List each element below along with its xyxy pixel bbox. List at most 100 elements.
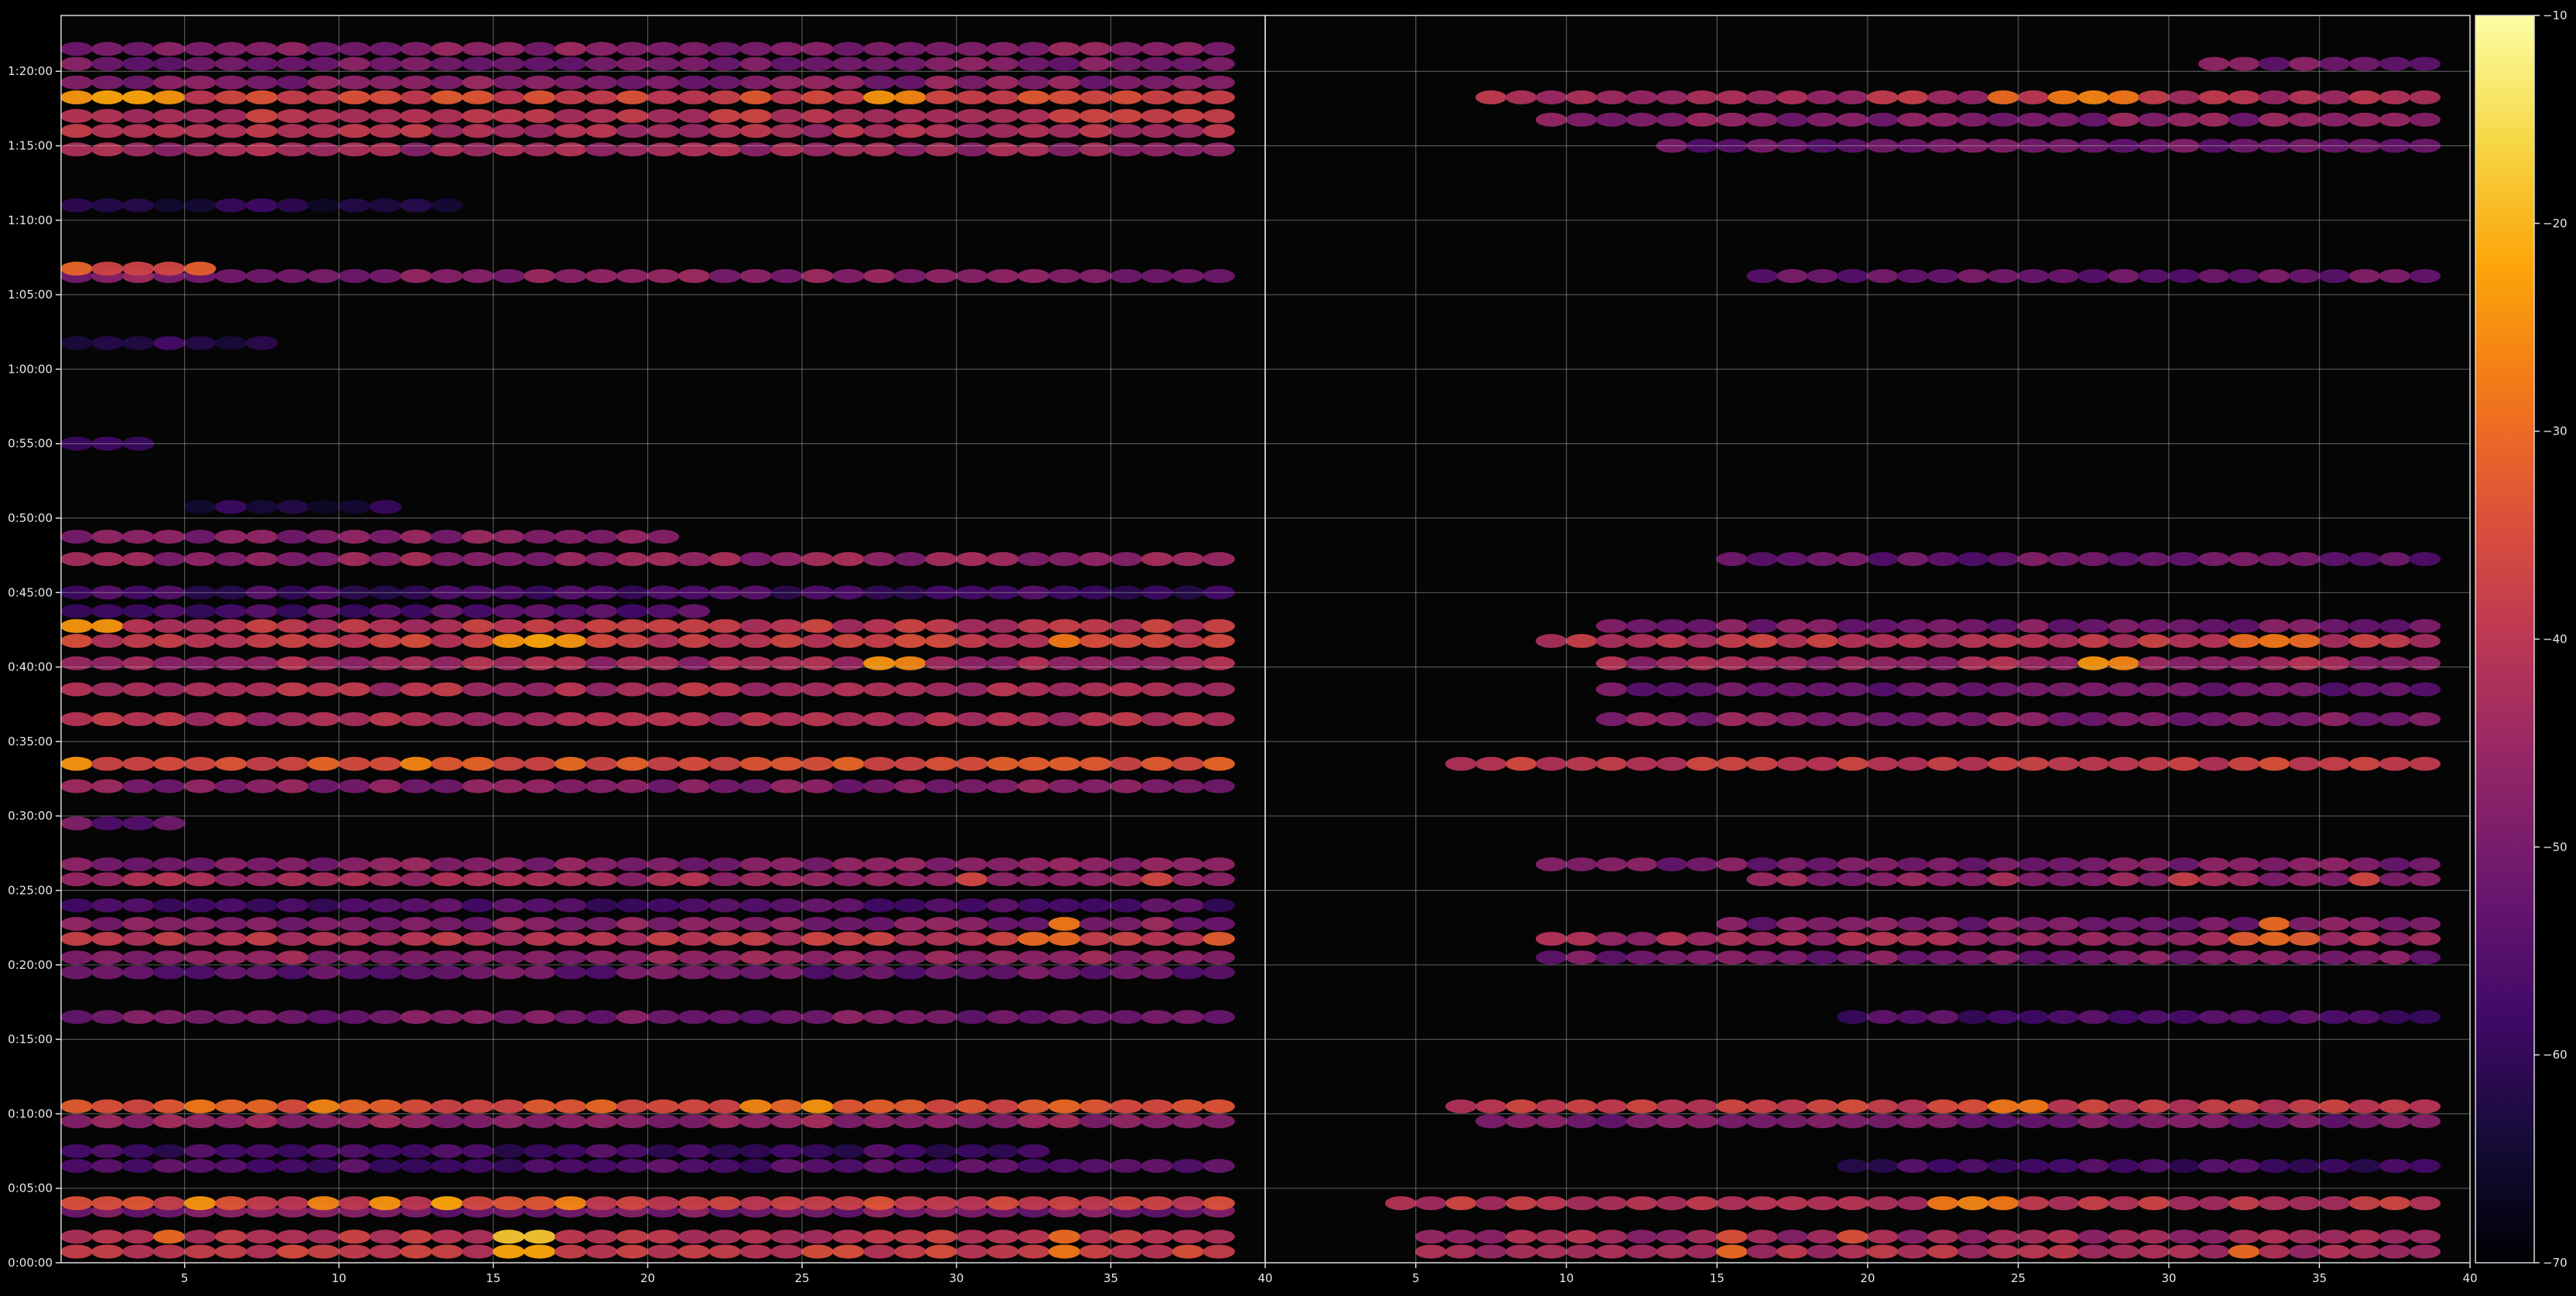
heat-cell-right-r16-x12 xyxy=(1595,633,1628,648)
heat-cell-left-r21-x36 xyxy=(1110,656,1143,670)
heat-cell-left-r38-x37 xyxy=(1141,75,1174,90)
heat-cell-right-r14-x25 xyxy=(1987,682,2019,697)
heat-cell-left-r8-x31 xyxy=(955,1010,988,1025)
heat-cell-left-r3-x10 xyxy=(307,1196,340,1210)
heat-cell-left-r22-x19 xyxy=(585,633,618,648)
heat-cell-left-r38-x5 xyxy=(152,75,186,90)
heat-cell-left-r17-x15 xyxy=(462,779,494,793)
heat-cell-left-r8-x22 xyxy=(677,1010,711,1025)
heat-cell-left-r12-x38 xyxy=(1172,916,1204,931)
heat-cell-left-r15-x14 xyxy=(431,857,463,871)
heat-cell-left-r35-x2 xyxy=(60,124,93,138)
heat-cell-left-r35-x29 xyxy=(894,124,926,138)
heat-cell-right-r7-x14 xyxy=(1656,950,1688,965)
heat-cell-left-r0-x17 xyxy=(524,1244,556,1259)
heat-cell-left-r11-x37 xyxy=(1141,932,1174,946)
heat-cell-right-r13-x26 xyxy=(2017,712,2049,726)
heat-cell-right-r5-x14 xyxy=(1656,1099,1688,1114)
heat-cell-left-r3-x7 xyxy=(214,1196,247,1210)
heat-cell-left-r37-x13 xyxy=(400,90,432,104)
heat-cell-left-r7-x36 xyxy=(1110,1099,1143,1114)
heat-cell-right-r18-x32 xyxy=(2198,552,2230,566)
heat-cell-left-r19-x19 xyxy=(585,712,618,726)
heat-cell-right-r17-x20 xyxy=(1837,619,1868,633)
heat-cell-right-r7-x29 xyxy=(2107,950,2140,965)
heat-cell-right-r12-x14 xyxy=(1656,756,1688,771)
heat-cell-left-r36-x6 xyxy=(183,109,217,123)
heat-cell-right-r17-x25 xyxy=(1987,619,2019,633)
heat-cell-left-r35-x37 xyxy=(1141,124,1174,138)
heat-cell-left-r22-x38 xyxy=(1172,633,1204,648)
heat-cell-left-r20-x20 xyxy=(616,682,649,697)
x-tick-label-right-5: 5 xyxy=(1412,1271,1420,1285)
heat-cell-left-r4-x20 xyxy=(616,1158,649,1173)
heat-cell-left-r15-x17 xyxy=(524,857,556,871)
heat-cell-right-r2-x9 xyxy=(1505,1196,1537,1210)
heat-cell-left-r13-x20 xyxy=(616,898,649,912)
heat-cell-left-r23-x18 xyxy=(554,619,587,633)
heat-cell-left-r36-x35 xyxy=(1079,109,1112,123)
heat-cell-left-r14-x24 xyxy=(739,872,773,887)
heat-cell-left-r11-x6 xyxy=(183,932,217,946)
heat-cell-right-r4-x19 xyxy=(1807,1114,1838,1128)
heat-cell-left-r18-x32 xyxy=(986,756,1019,771)
heat-cell-right-r8-x26 xyxy=(2017,932,2049,946)
heat-cell-right-r6-x34 xyxy=(2258,1010,2291,1025)
heat-cell-left-r31-x10 xyxy=(307,269,340,283)
heat-cell-left-r15-x19 xyxy=(585,857,618,871)
heat-cell-left-r34-x21 xyxy=(647,142,680,157)
heat-cell-left-r21-x3 xyxy=(91,656,124,670)
heat-cell-left-r6-x31 xyxy=(955,1114,988,1128)
heat-cell-left-r23-x15 xyxy=(462,619,494,633)
heat-cell-left-r4-x31 xyxy=(955,1158,988,1173)
heat-cell-left-r38-x38 xyxy=(1172,75,1204,90)
heat-cell-left-r6-x11 xyxy=(338,1114,371,1128)
heat-cell-left-r37-x35 xyxy=(1079,90,1112,104)
heat-cell-left-r40-x24 xyxy=(739,42,773,56)
heat-cell-right-r21-x29 xyxy=(2107,112,2140,127)
heat-cell-left-r31-x31 xyxy=(955,269,988,283)
heat-cell-left-r0-x9 xyxy=(276,1244,309,1259)
heat-cell-left-r35-x19 xyxy=(585,124,618,138)
heat-cell-left-r20-x28 xyxy=(863,682,896,697)
heat-cell-left-r21-x12 xyxy=(369,656,401,670)
heat-cell-left-r11-x21 xyxy=(647,932,680,946)
heat-cell-left-r21-x6 xyxy=(183,656,217,670)
heat-cell-left-r20-x23 xyxy=(708,682,742,697)
heat-cell-right-r12-x39 xyxy=(2409,756,2441,771)
heat-cell-right-r11-x31 xyxy=(2168,857,2200,871)
heat-cell-right-r21-x26 xyxy=(2017,112,2049,127)
heat-cell-left-r18-x4 xyxy=(122,756,155,771)
heat-cell-right-r17-x33 xyxy=(2228,619,2260,633)
heat-cell-left-r3-x16 xyxy=(493,1196,525,1210)
heat-cell-right-r14-x38 xyxy=(2379,682,2411,697)
heat-cell-left-r40-x14 xyxy=(431,42,463,56)
heat-cell-left-r37-x14 xyxy=(431,90,463,104)
heat-cell-right-r23-x36 xyxy=(2318,56,2350,71)
heat-cell-left-r35-x12 xyxy=(369,124,401,138)
heat-cell-left-r15-x37 xyxy=(1141,857,1174,871)
heat-cell-left-r4-x12 xyxy=(369,1158,401,1173)
heat-cell-left-r23-x2 xyxy=(60,619,93,633)
heat-cell-left-r34-x33 xyxy=(1017,142,1050,157)
heat-cell-left-r8-x6 xyxy=(183,1010,217,1025)
heat-cell-left-r16-x4 xyxy=(122,816,155,830)
heat-cell-right-r15-x12 xyxy=(1595,656,1628,670)
heat-cell-left-r26-x7 xyxy=(214,552,247,566)
heat-cell-left-r20-x2 xyxy=(60,682,93,697)
heat-cell-left-r37-x17 xyxy=(524,90,556,104)
heat-cell-right-r2-x32 xyxy=(2198,1196,2230,1210)
heat-cell-left-r7-x29 xyxy=(894,1099,926,1114)
heat-cell-left-r11-x38 xyxy=(1172,932,1204,946)
heat-cell-right-r10-x39 xyxy=(2409,872,2441,887)
heat-cell-right-r14-x27 xyxy=(2047,682,2080,697)
heat-cell-left-r9-x23 xyxy=(708,965,742,980)
heat-cell-left-r4-x34 xyxy=(1048,1158,1081,1173)
heat-cell-right-r17-x29 xyxy=(2107,619,2140,633)
heat-cell-left-r4-x26 xyxy=(801,1158,834,1173)
heat-cell-left-r20-x15 xyxy=(462,682,494,697)
heat-cell-left-r10-x34 xyxy=(1048,950,1081,965)
heat-cell-right-r6-x23 xyxy=(1927,1010,1959,1025)
heat-cell-left-r12-x28 xyxy=(863,916,896,931)
heat-cell-right-r3-x24 xyxy=(1957,1158,1989,1173)
